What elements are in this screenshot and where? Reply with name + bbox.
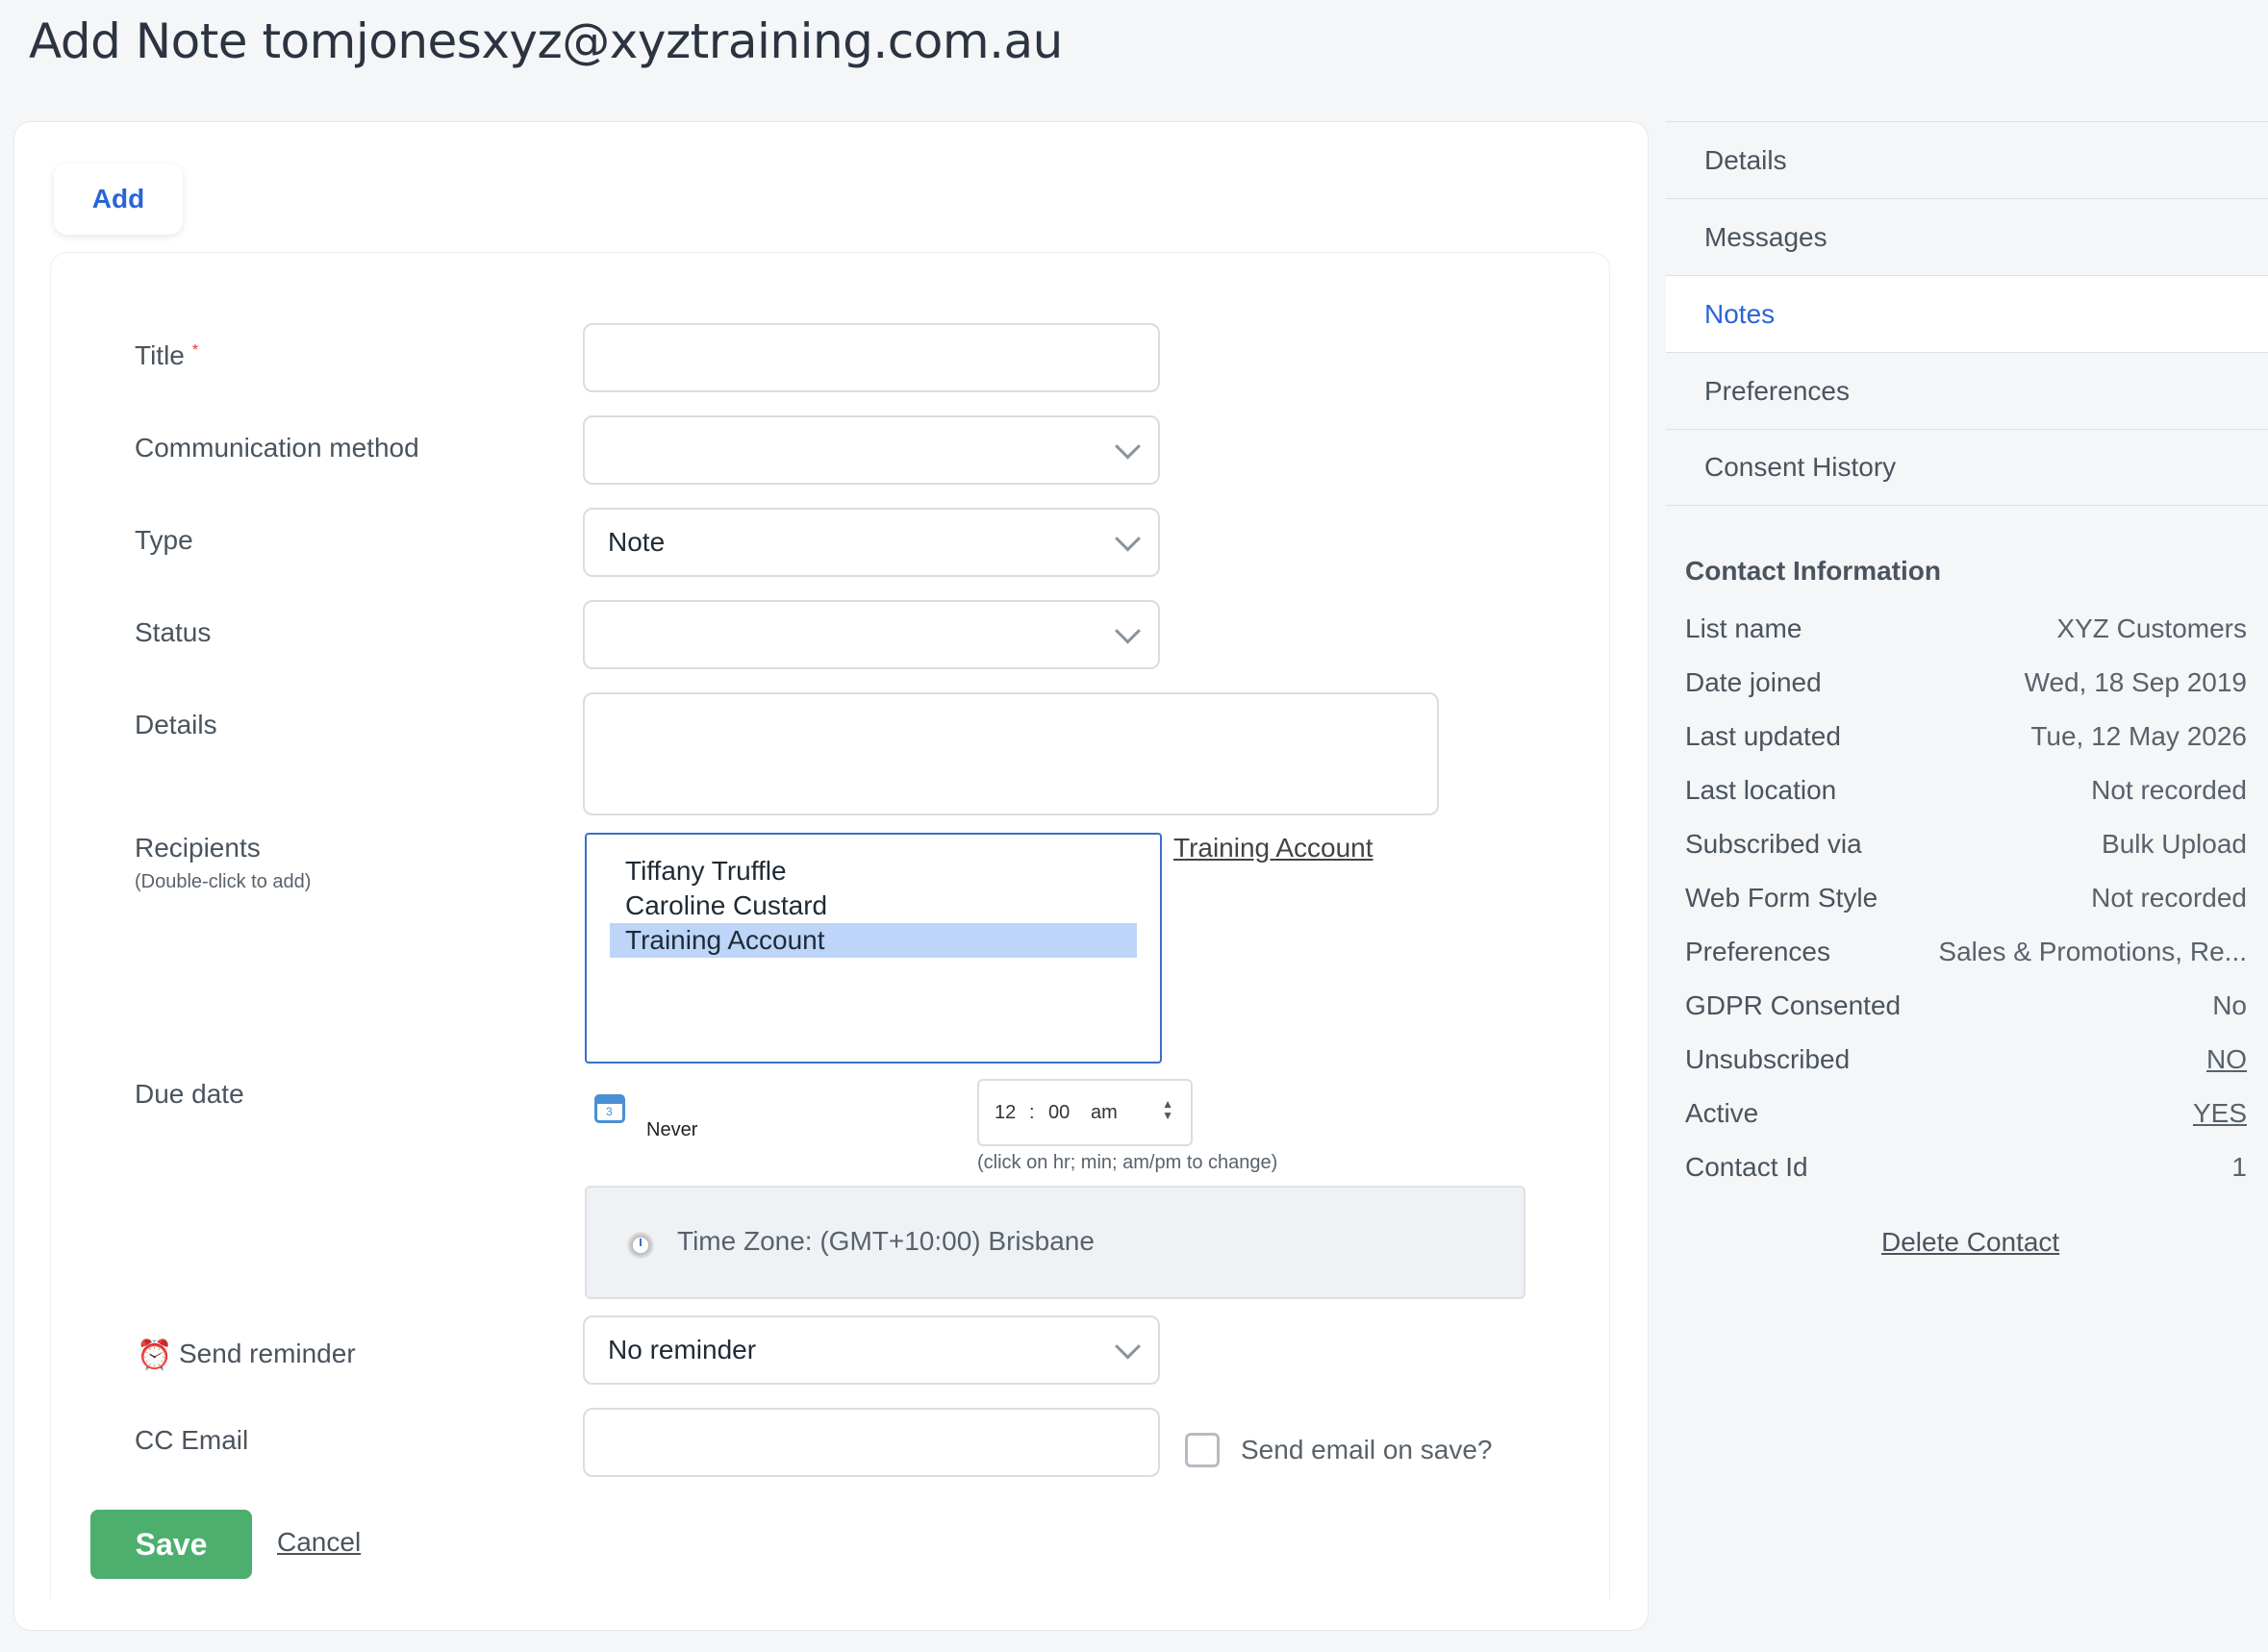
spinner-icon[interactable]: ▲ ▼ xyxy=(1162,1098,1173,1121)
contact-info-row: List name XYZ Customers xyxy=(1685,613,2247,652)
contact-info-title: Contact Information xyxy=(1685,556,1941,586)
sidebar-item-consent-history[interactable]: Consent History xyxy=(1666,429,2268,506)
status-select[interactable] xyxy=(583,600,1160,669)
time-picker[interactable]: 12 : 00 am ▲ ▼ xyxy=(977,1079,1193,1146)
due-date-label: Due date xyxy=(135,1079,244,1109)
recipient-option-selected[interactable]: Training Account xyxy=(610,923,1137,958)
details-textarea[interactable] xyxy=(583,692,1439,815)
info-value: 1 xyxy=(2231,1152,2247,1182)
details-label: Details xyxy=(135,710,217,739)
type-value: Note xyxy=(608,527,666,557)
comm-method-select[interactable] xyxy=(583,415,1160,485)
type-label: Type xyxy=(135,525,193,555)
info-key: Web Form Style xyxy=(1685,883,1878,913)
type-select[interactable]: Note xyxy=(583,508,1160,577)
recipient-option[interactable]: Caroline Custard xyxy=(610,889,1137,923)
recipients-listbox[interactable]: Tiffany Truffle Caroline Custard Trainin… xyxy=(585,833,1162,1064)
sidebar-item-preferences[interactable]: Preferences xyxy=(1666,352,2268,429)
info-key: Last location xyxy=(1685,775,1837,805)
unsubscribed-link[interactable]: NO xyxy=(2206,1044,2247,1075)
time-hour[interactable]: 12 xyxy=(995,1102,1016,1124)
chevron-down-icon xyxy=(1115,1333,1141,1360)
info-value: Not recorded xyxy=(2091,775,2247,805)
comm-method-label: Communication method xyxy=(135,433,419,463)
info-value: Bulk Upload xyxy=(2102,829,2247,859)
cancel-link[interactable]: Cancel xyxy=(277,1527,361,1558)
contact-info-row: Preferences Sales & Promotions, Re... xyxy=(1685,937,2247,975)
info-value: Sales & Promotions, Re... xyxy=(1938,937,2247,966)
chevron-down-icon xyxy=(1115,525,1141,552)
calendar-icon[interactable]: 3 xyxy=(594,1094,625,1123)
contact-info-row: Last location Not recorded xyxy=(1685,775,2247,813)
status-label: Status xyxy=(135,617,212,647)
contact-info-row: Subscribed via Bulk Upload xyxy=(1685,829,2247,867)
info-key: Unsubscribed xyxy=(1685,1044,1851,1074)
page-title: Add Note tomjonesxyz@xyztraining.com.au xyxy=(29,13,1063,69)
info-key: Contact Id xyxy=(1685,1152,1808,1182)
active-link[interactable]: YES xyxy=(2193,1098,2247,1129)
info-key: List name xyxy=(1685,613,1802,643)
contact-info-row: Date joined Wed, 18 Sep 2019 xyxy=(1685,667,2247,706)
info-value: No xyxy=(2212,990,2247,1020)
recipient-link-training-account[interactable]: Training Account xyxy=(1173,833,1373,864)
recipients-hint: (Double-click to add) xyxy=(135,871,312,892)
time-ampm[interactable]: am xyxy=(1091,1102,1118,1124)
info-key: Last updated xyxy=(1685,721,1841,751)
send-email-label[interactable]: Send email on save? xyxy=(1241,1435,1493,1465)
timezone-box: Time Zone: (GMT+10:00) Brisbane xyxy=(585,1186,1525,1299)
send-email-checkbox[interactable] xyxy=(1185,1433,1220,1467)
info-value: Tue, 12 May 2026 xyxy=(2030,721,2247,751)
contact-info-row: Contact Id 1 xyxy=(1685,1152,2247,1190)
info-value: Not recorded xyxy=(2091,883,2247,913)
required-mark: * xyxy=(191,341,199,359)
reminder-select[interactable]: No reminder xyxy=(583,1315,1160,1385)
info-key: GDPR Consented xyxy=(1685,990,1902,1020)
recipient-option[interactable]: Tiffany Truffle xyxy=(610,854,1137,889)
contact-info-row: Unsubscribed NO xyxy=(1685,1044,2247,1083)
cc-email-label: CC Email xyxy=(135,1425,249,1455)
calendar-day: 3 xyxy=(606,1105,613,1118)
timezone-text: Time Zone: (GMT+10:00) Brisbane xyxy=(677,1226,1095,1256)
info-value: Wed, 18 Sep 2019 xyxy=(2024,667,2247,697)
info-key: Date joined xyxy=(1685,667,1822,697)
sidebar-item-details[interactable]: Details xyxy=(1666,121,2268,198)
alarm-clock-icon: ⏰ xyxy=(137,1339,173,1371)
delete-contact-link[interactable]: Delete Contact xyxy=(1881,1227,2059,1258)
title-label-text: Title xyxy=(135,340,185,370)
reminder-label: Send reminder xyxy=(179,1339,356,1368)
contact-info-row: GDPR Consented No xyxy=(1685,990,2247,1029)
time-separator: : xyxy=(1029,1102,1035,1123)
cc-email-input[interactable] xyxy=(583,1408,1160,1477)
info-key: Preferences xyxy=(1685,937,1830,966)
recipients-label: Recipients xyxy=(135,833,261,863)
chevron-down-icon xyxy=(1115,617,1141,644)
chevron-down-icon xyxy=(1115,433,1141,460)
info-key: Subscribed via xyxy=(1685,829,1862,859)
time-hint: (click on hr; min; am/pm to change) xyxy=(977,1152,1278,1173)
info-value: XYZ Customers xyxy=(2056,613,2247,643)
contact-info-row: Last updated Tue, 12 May 2026 xyxy=(1685,721,2247,760)
title-label: Title * xyxy=(135,340,198,371)
contact-info-row: Active YES xyxy=(1685,1098,2247,1137)
tab-add[interactable]: Add xyxy=(54,163,183,235)
clock-icon xyxy=(627,1232,654,1259)
sidebar-item-notes[interactable]: Notes xyxy=(1666,275,2268,352)
sidebar-item-messages[interactable]: Messages xyxy=(1666,198,2268,275)
due-date-value: Never xyxy=(646,1119,698,1140)
info-key: Active xyxy=(1685,1098,1759,1128)
contact-info-row: Web Form Style Not recorded xyxy=(1685,883,2247,921)
save-button[interactable]: Save xyxy=(90,1510,252,1579)
reminder-value: No reminder xyxy=(608,1335,757,1364)
title-input[interactable] xyxy=(583,323,1160,392)
time-minute[interactable]: 00 xyxy=(1048,1102,1070,1124)
sidebar-nav: Details Messages Notes Preferences Conse… xyxy=(1666,121,2268,506)
